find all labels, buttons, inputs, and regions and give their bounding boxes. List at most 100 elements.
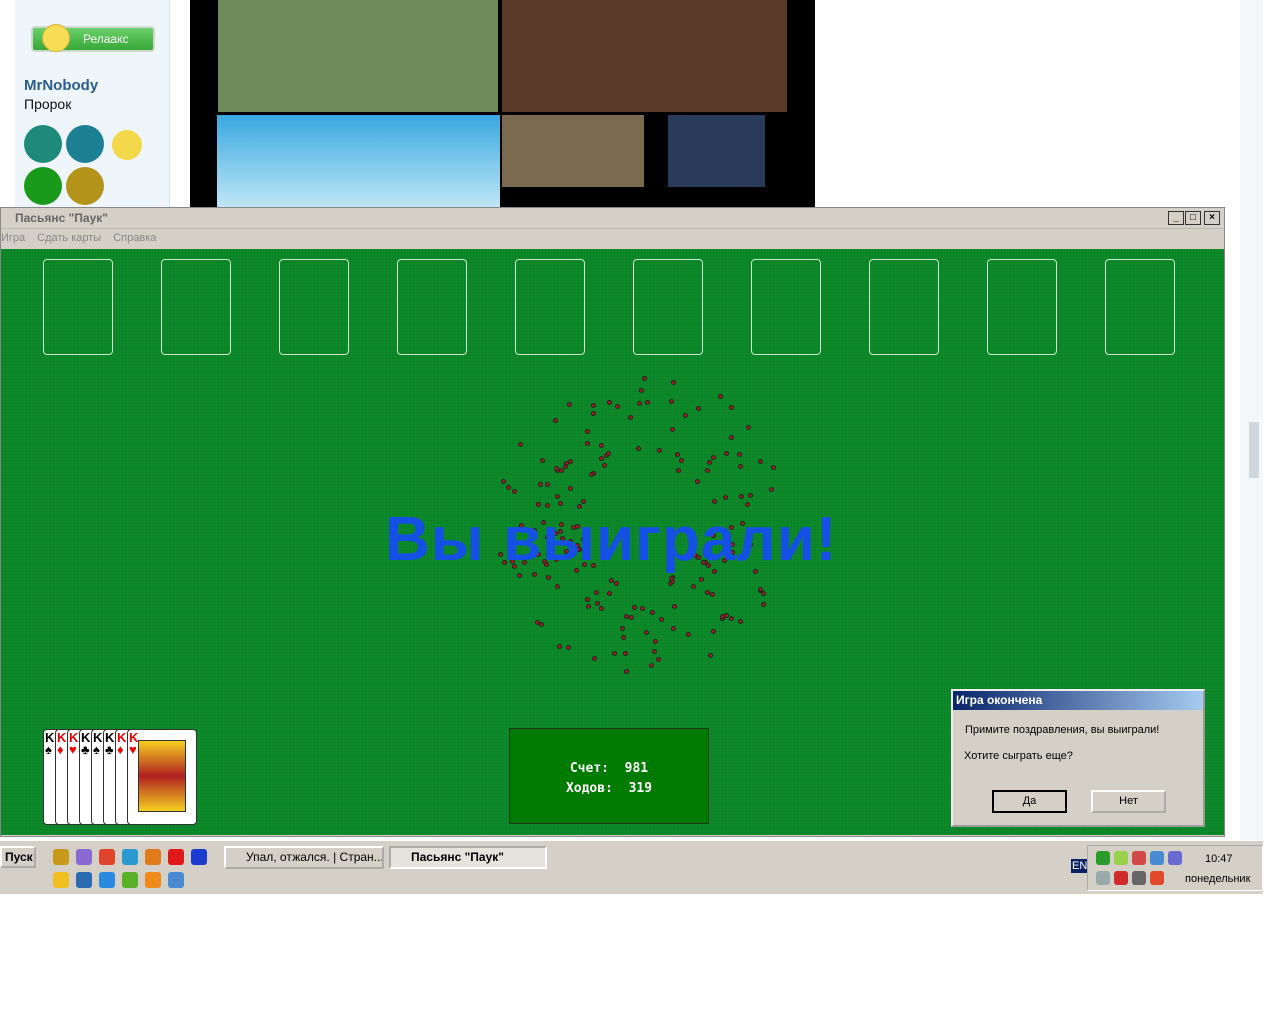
firework-particle — [670, 380, 676, 386]
no-button[interactable]: Нет — [1091, 790, 1166, 813]
completed-king-card: K ♥ — [127, 729, 197, 825]
quick-launch-icon[interactable] — [168, 849, 184, 865]
taskbar-spider[interactable]: Пасьянс "Паук" — [389, 846, 547, 869]
language-indicator[interactable]: EN — [1071, 859, 1089, 873]
firework-particle — [608, 578, 614, 584]
firework-particle — [736, 452, 742, 458]
page-scrollbar[interactable] — [1240, 0, 1263, 840]
firework-particle — [592, 656, 598, 662]
firework-particle — [588, 471, 594, 477]
firework-particle — [615, 403, 621, 409]
minimize-button[interactable]: _ — [1168, 211, 1184, 225]
firework-particle — [623, 651, 629, 657]
maximize-button[interactable]: □ — [1185, 211, 1201, 225]
firework-particle — [599, 456, 605, 462]
quick-launch-icon[interactable] — [145, 872, 161, 888]
firework-particle — [679, 457, 684, 463]
task-label: Упал, отжался. | Стран... — [246, 850, 384, 864]
tray-icon[interactable] — [1132, 851, 1146, 865]
menu-help[interactable]: Справка — [113, 229, 156, 248]
firework-particle — [704, 468, 710, 474]
close-button[interactable]: × — [1204, 211, 1220, 225]
firework-particle — [737, 464, 743, 470]
empty-pile-slot[interactable] — [987, 259, 1057, 355]
menu-bar: Игра Сдать карты Справка — [1, 229, 1224, 248]
moves-label: Ходов: — [565, 781, 613, 796]
firework-particle — [506, 485, 512, 491]
firework-particle — [739, 493, 745, 499]
trophy-badge-icon[interactable] — [66, 125, 104, 163]
empty-pile-slot[interactable] — [515, 259, 585, 355]
firework-particle — [683, 412, 689, 418]
quick-launch-icon[interactable] — [99, 872, 115, 888]
quick-launch-icon[interactable] — [168, 872, 184, 888]
taskbar-browser[interactable]: Упал, отжался. | Стран... — [224, 846, 384, 869]
tray-icon[interactable] — [1150, 871, 1164, 885]
dialog-question: Хотите сыграть еще? — [964, 750, 1073, 762]
score-box: Счет: 981 Ходов: 319 — [509, 728, 709, 824]
menu-deal[interactable]: Сдать карты — [37, 229, 101, 248]
tray-icon[interactable] — [1168, 851, 1182, 865]
quick-launch-icon[interactable] — [53, 849, 69, 865]
quick-launch-icon[interactable] — [99, 849, 115, 865]
empty-pile-slot[interactable] — [43, 259, 113, 355]
window-titlebar[interactable]: Пасьянс "Паук" _ □ × — [1, 208, 1224, 229]
video-collage[interactable] — [190, 0, 815, 207]
tray-icon[interactable] — [1114, 851, 1128, 865]
firework-particle — [637, 400, 643, 406]
quick-launch-icon[interactable] — [122, 849, 138, 865]
photo[interactable] — [502, 115, 644, 187]
empty-pile-slot[interactable] — [1105, 259, 1175, 355]
runner-gold-badge-icon[interactable] — [66, 167, 104, 205]
score-value: 981 — [624, 761, 649, 776]
firework-particle — [594, 590, 600, 596]
firework-particle — [599, 443, 605, 449]
firework-particle — [567, 402, 573, 408]
quick-launch-icon[interactable] — [76, 849, 92, 865]
star-badge-icon[interactable] — [24, 125, 62, 163]
firework-particle — [657, 448, 663, 454]
tray-icon[interactable] — [1096, 851, 1110, 865]
tray-icon[interactable] — [1150, 851, 1164, 865]
empty-pile-slot[interactable] — [161, 259, 231, 355]
firework-particle — [607, 590, 613, 596]
empty-pile-slot[interactable] — [869, 259, 939, 355]
quick-launch-icon[interactable] — [191, 849, 207, 865]
firework-particle — [672, 604, 678, 610]
browser-page: Релаакс MrNobody Пророк — [0, 0, 1280, 207]
photo[interactable] — [668, 115, 765, 187]
firework-particle — [545, 575, 551, 581]
firework-particle — [649, 609, 655, 615]
clock-time[interactable]: 10:47 — [1205, 853, 1233, 865]
scroll-thumb[interactable] — [1249, 422, 1259, 478]
tray-icon[interactable] — [1096, 871, 1110, 885]
photo[interactable] — [217, 115, 500, 207]
firework-particle — [566, 645, 572, 651]
photo[interactable] — [218, 0, 498, 112]
quick-launch-icon[interactable] — [145, 849, 161, 865]
medal-badge-icon[interactable] — [112, 130, 142, 160]
quick-launch-icon[interactable] — [122, 872, 138, 888]
firework-particle — [631, 604, 637, 610]
empty-pile-slot[interactable] — [633, 259, 703, 355]
menu-game[interactable]: Игра — [1, 229, 25, 248]
firework-particle — [707, 460, 713, 466]
empty-pile-slot[interactable] — [397, 259, 467, 355]
start-button[interactable]: Пуск — [0, 846, 36, 868]
firework-particle — [699, 577, 705, 583]
empty-pile-slot[interactable] — [279, 259, 349, 355]
firework-particle — [552, 418, 558, 424]
empty-pile-slot[interactable] — [751, 259, 821, 355]
firework-particle — [620, 634, 626, 640]
quick-launch-icon[interactable] — [76, 872, 92, 888]
yes-button[interactable]: Да — [992, 790, 1067, 813]
quick-launch-icon[interactable] — [53, 872, 69, 888]
tray-icon[interactable] — [1132, 871, 1146, 885]
firework-particle — [747, 492, 753, 498]
firework-particle — [568, 486, 574, 492]
username-link[interactable]: MrNobody — [24, 77, 98, 94]
photo[interactable] — [502, 0, 787, 112]
runner-green-badge-icon[interactable] — [24, 167, 62, 205]
firework-particle — [640, 605, 646, 611]
tray-icon[interactable] — [1114, 871, 1128, 885]
